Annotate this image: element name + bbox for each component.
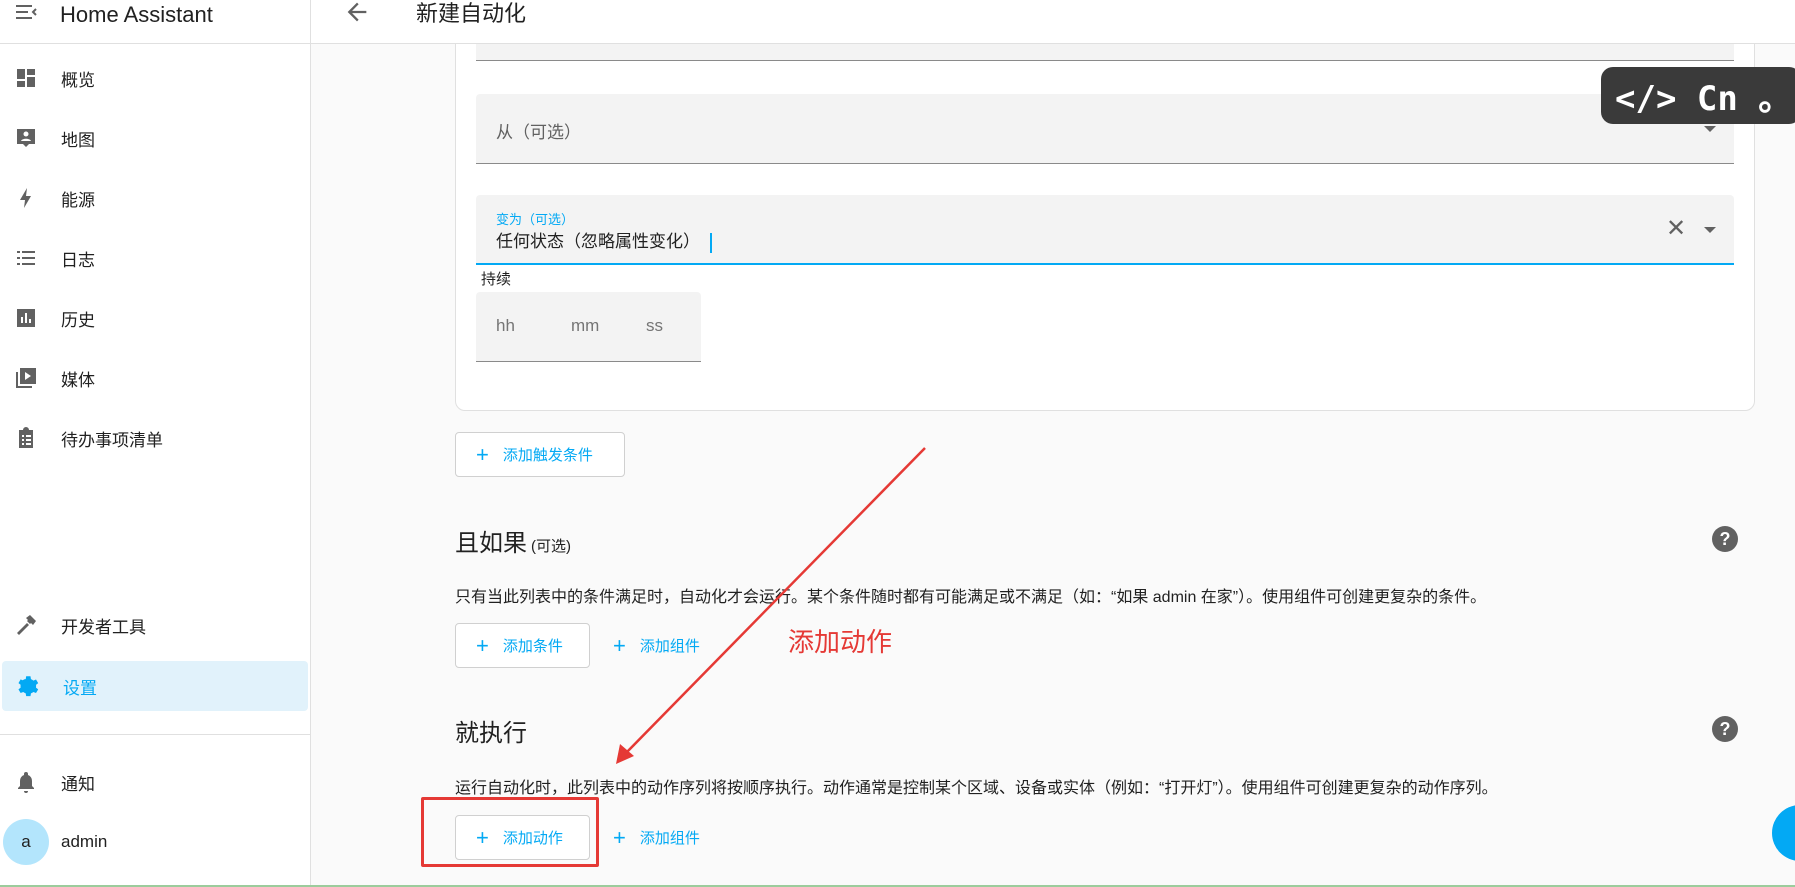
sidebar-item-developer-tools[interactable]: 开发者工具	[0, 600, 306, 650]
dashboard-icon	[13, 65, 39, 91]
sidebar-item-overview[interactable]: 概览	[0, 53, 306, 103]
add-action-building-block-button[interactable]: + 添加组件	[613, 815, 700, 860]
button-label: 添加组件	[639, 638, 700, 655]
automation-editor: 从（可选） 变为（可选） 任何状态（忽略属性变化） ✕ 持续 hh mm ss …	[311, 44, 1795, 887]
sidebar-item-label: 待办事项清单	[61, 430, 163, 450]
duration-input[interactable]: hh mm ss	[476, 292, 701, 362]
trigger-card: 从（可选） 变为（可选） 任何状态（忽略属性变化） ✕ 持续 hh mm ss	[455, 44, 1755, 411]
clear-icon[interactable]: ✕	[1666, 217, 1686, 241]
bell-icon	[13, 769, 39, 795]
sidebar-item-label: 开发者工具	[61, 617, 146, 637]
play-box-multiple-icon	[13, 365, 39, 391]
hours-field[interactable]: hh	[496, 316, 515, 336]
sidebar-item-label: 日志	[61, 250, 95, 270]
sidebar-item-label: 地图	[61, 130, 95, 150]
minutes-field[interactable]: mm	[571, 316, 599, 336]
sidebar-item-label: 通知	[61, 774, 95, 794]
help-icon[interactable]: ?	[1712, 716, 1738, 742]
top-bar: 新建自动化	[311, 0, 1795, 44]
button-label: 添加组件	[639, 830, 700, 847]
lightning-bolt-icon	[13, 185, 39, 211]
input-method-widget[interactable]: </> Cn 。	[1601, 67, 1795, 124]
clipboard-list-icon	[13, 425, 39, 451]
list-icon	[13, 245, 39, 271]
sidebar-item-label: 概览	[61, 70, 95, 90]
dropdown-arrow-icon[interactable]	[1704, 126, 1716, 132]
sidebar-item-media[interactable]: 媒体	[0, 353, 306, 403]
sidebar-item-user[interactable]: a admin	[0, 817, 306, 867]
map-account-icon	[13, 125, 39, 151]
sidebar-item-notifications[interactable]: 通知	[0, 757, 306, 807]
help-icon[interactable]: ?	[1712, 526, 1738, 552]
sidebar-divider	[0, 734, 311, 735]
cog-icon	[15, 673, 41, 699]
sidebar-item-label: 媒体	[61, 370, 95, 390]
sidebar: Home Assistant 概览 地图 能源 日志 历史 媒体 待办事项清单 …	[0, 0, 311, 887]
back-arrow-icon[interactable]	[343, 0, 371, 26]
plus-icon: +	[476, 632, 489, 658]
add-condition-button[interactable]: + 添加条件	[455, 623, 590, 668]
from-placeholder: 从（可选）	[496, 123, 581, 142]
previous-field[interactable]	[476, 44, 1734, 61]
avatar: a	[3, 819, 49, 865]
dropdown-arrow-icon[interactable]	[1704, 227, 1716, 233]
annotation-highlight-box	[421, 797, 599, 867]
to-state-select[interactable]: 变为（可选） 任何状态（忽略属性变化） ✕	[476, 195, 1734, 265]
menu-toggle-icon[interactable]	[14, 1, 38, 25]
plus-icon: +	[613, 632, 626, 658]
annotation-text: 添加动作	[788, 627, 893, 657]
user-name: admin	[61, 832, 108, 851]
sidebar-item-map[interactable]: 地图	[0, 113, 306, 163]
actions-description: 运行自动化时，此列表中的动作序列将按顺序执行。动作通常是控制某个区域、设备或实体…	[455, 780, 1498, 797]
sidebar-item-settings[interactable]: 设置	[2, 661, 308, 711]
page-title: 新建自动化	[416, 1, 527, 26]
add-condition-building-block-button[interactable]: + 添加组件	[613, 623, 700, 668]
button-label: 添加触发条件	[502, 447, 593, 464]
sidebar-item-history[interactable]: 历史	[0, 293, 306, 343]
chart-box-icon	[13, 305, 39, 331]
actions-title: 就执行	[455, 720, 527, 747]
to-value: 任何状态（忽略属性变化）	[496, 227, 712, 253]
sidebar-item-logbook[interactable]: 日志	[0, 233, 306, 283]
sidebar-item-todo[interactable]: 待办事项清单	[0, 413, 306, 463]
conditions-title: 且如果 (可选)	[455, 530, 571, 557]
sidebar-item-label: 设置	[63, 678, 97, 698]
plus-icon: +	[613, 824, 626, 850]
hammer-icon	[13, 612, 39, 638]
sidebar-item-label: 能源	[61, 190, 95, 210]
conditions-description: 只有当此列表中的条件满足时，自动化才会运行。某个条件随时都有可能满足或不满足（如…	[455, 589, 1487, 606]
sidebar-item-energy[interactable]: 能源	[0, 173, 306, 223]
from-state-select[interactable]: 从（可选）	[476, 94, 1734, 164]
plus-icon: +	[476, 441, 489, 467]
duration-label: 持续	[481, 271, 512, 288]
sidebar-item-label: 历史	[61, 310, 95, 330]
seconds-field[interactable]: ss	[646, 316, 663, 336]
to-label: 变为（可选）	[496, 212, 575, 227]
add-trigger-button[interactable]: + 添加触发条件	[455, 432, 625, 477]
button-label: 添加条件	[502, 638, 563, 655]
sidebar-header: Home Assistant	[0, 0, 310, 44]
app-title: Home Assistant	[60, 1, 213, 27]
